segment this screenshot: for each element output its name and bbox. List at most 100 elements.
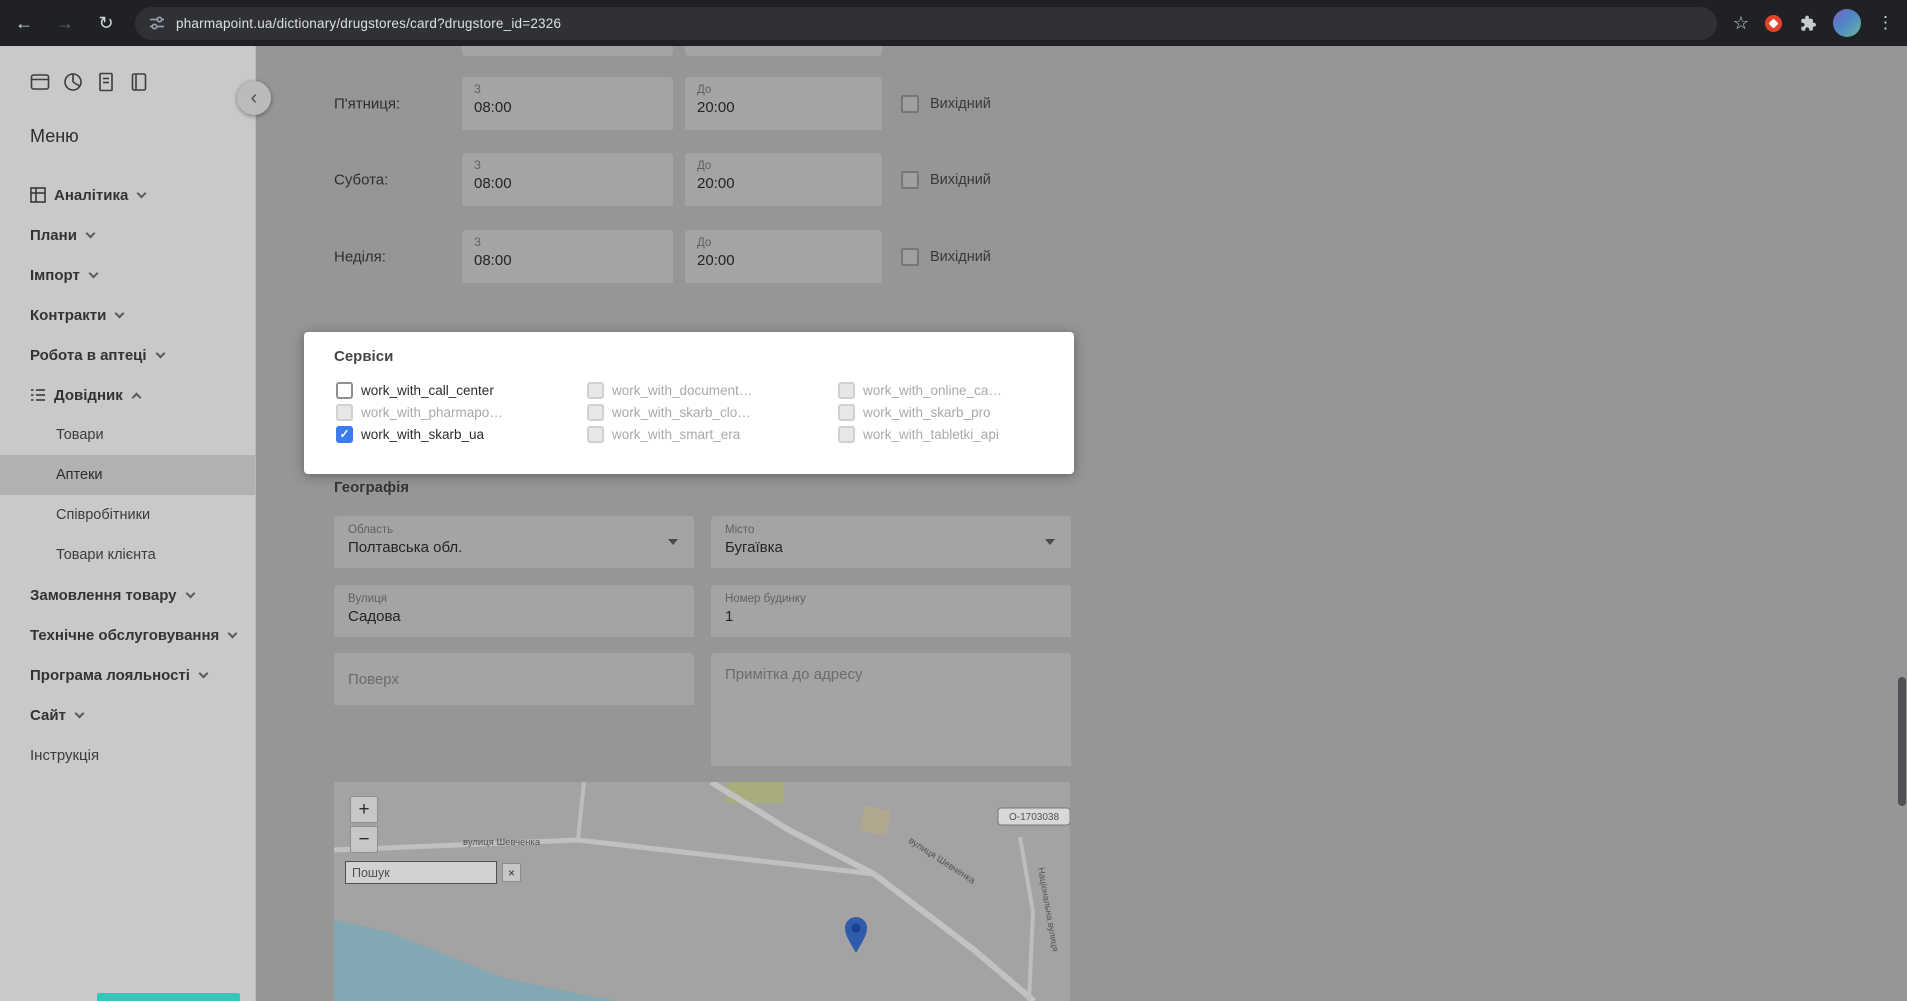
dayoff-checkbox[interactable] <box>901 248 919 266</box>
sidebar-item-maintenance[interactable]: Технічне обслуговування <box>0 615 255 655</box>
map-search-close-button[interactable]: × <box>502 863 521 882</box>
service-label: work_with_skarb_clo… <box>612 405 751 420</box>
extensions-puzzle-icon[interactable] <box>1798 14 1817 33</box>
sidebar-item-label: Інструкція <box>30 747 99 764</box>
time-to-field[interactable]: До 20:00 <box>685 230 882 283</box>
sidebar-item-analytics[interactable]: Аналітика <box>0 175 255 215</box>
field-label: Вулиця <box>334 585 694 605</box>
service-item[interactable]: ✓ work_with_skarb_ua <box>336 426 587 443</box>
time-to-field[interactable]: До 20:00 <box>685 153 882 206</box>
site-info-icon[interactable] <box>149 15 165 31</box>
sidebar-subitem-products[interactable]: Товари <box>0 415 255 455</box>
time-to-field[interactable]: До 20:00 <box>685 77 882 130</box>
time-from-field[interactable]: З 08:00 <box>462 153 673 206</box>
window-icon[interactable] <box>30 72 50 92</box>
sidebar-item-pharmacy-work[interactable]: Робота в аптеці <box>0 335 255 375</box>
service-label: work_with_tabletki_api <box>863 427 999 442</box>
field-placeholder: Примітка до адресу <box>711 653 1071 683</box>
browser-back-button[interactable]: ← <box>7 6 41 40</box>
field-label: До <box>685 153 882 172</box>
checkbox-checked[interactable]: ✓ <box>336 426 353 443</box>
browser-forward-button[interactable]: → <box>48 6 82 40</box>
service-label: work_with_skarb_ua <box>361 427 484 442</box>
chevron-down-icon <box>1045 539 1055 545</box>
pie-chart-icon[interactable] <box>63 72 83 92</box>
dayoff-label: Вихідний <box>930 96 991 112</box>
browser-menu-button[interactable]: ⋮ <box>1877 13 1894 33</box>
sidebar-subitem-employees[interactable]: Співробітники <box>0 495 255 535</box>
dayoff-control: Вихідний <box>901 95 991 113</box>
chevron-up-icon <box>131 392 141 402</box>
page-scrollbar-thumb[interactable] <box>1898 677 1906 806</box>
book-icon[interactable] <box>129 72 149 92</box>
sidebar-item-site[interactable]: Сайт <box>0 695 255 735</box>
service-item: work_with_tabletki_api <box>838 426 1089 443</box>
chevron-down-icon <box>668 539 678 545</box>
service-item[interactable]: work_with_call_center <box>336 382 587 399</box>
dayoff-checkbox[interactable] <box>901 95 919 113</box>
sidebar-item-label: Імпорт <box>30 267 80 284</box>
sidebar-subitem-pharmacies[interactable]: Аптеки <box>0 455 255 495</box>
browser-actions: ☆ ⋮ <box>1733 9 1894 37</box>
field-value: Бугаївка <box>711 536 1071 556</box>
chevron-down-icon <box>74 708 84 718</box>
dayoff-control: Вихідний <box>901 171 991 189</box>
map-container[interactable]: вулиця Шевченка вулиця Шевченка Націонал… <box>334 782 1070 1001</box>
sidebar-subitem-label: Співробітники <box>56 507 150 523</box>
zoom-in-button[interactable]: + <box>350 796 378 823</box>
document-icon[interactable] <box>96 72 116 92</box>
day-label: Неділя: <box>334 248 386 265</box>
sidebar-item-dictionary[interactable]: Довідник <box>0 375 255 415</box>
street-input[interactable]: Вулиця Садова <box>334 585 694 637</box>
time-from-field[interactable]: З 08:00 <box>462 230 673 283</box>
sidebar-item-label: Аналітика <box>54 187 128 204</box>
service-item: work_with_document… <box>587 382 838 399</box>
checkbox-disabled <box>838 382 855 399</box>
sidebar-item-plans[interactable]: Плани <box>0 215 255 255</box>
floor-input[interactable]: Поверх <box>334 653 694 705</box>
time-from-field[interactable]: З 08:00 <box>462 77 673 130</box>
address-note-textarea[interactable]: Примітка до адресу <box>711 653 1071 766</box>
time-field-partial <box>685 46 882 56</box>
list-icon <box>30 387 46 403</box>
chevron-down-icon <box>88 268 98 278</box>
checkbox-disabled <box>587 404 604 421</box>
sidebar-item-label: Програма лояльності <box>30 667 190 684</box>
sidebar-item-import[interactable]: Імпорт <box>0 255 255 295</box>
city-select[interactable]: Місто Бугаївка <box>711 516 1071 568</box>
sidebar-item-orders[interactable]: Замовлення товару <box>0 575 255 615</box>
checkbox-unchecked[interactable] <box>336 382 353 399</box>
sidebar-item-label: Сайт <box>30 707 66 724</box>
sidebar-item-loyalty[interactable]: Програма лояльності <box>0 655 255 695</box>
zoom-out-button[interactable]: − <box>350 826 378 853</box>
chevron-down-icon <box>85 228 95 238</box>
chevron-down-icon <box>155 348 165 358</box>
address-bar[interactable]: pharmapoint.ua/dictionary/drugstores/car… <box>135 7 1717 40</box>
chevron-down-icon <box>228 628 238 638</box>
field-value: 20:00 <box>685 96 882 116</box>
checkbox-disabled <box>587 426 604 443</box>
building-number-input[interactable]: Номер будинку 1 <box>711 585 1071 637</box>
service-item: work_with_online_ca… <box>838 382 1089 399</box>
sidebar-item-contracts[interactable]: Контракти <box>0 295 255 335</box>
bookmark-star-icon[interactable]: ☆ <box>1733 13 1749 34</box>
chevron-left-icon: ‹ <box>251 87 258 110</box>
services-grid: work_with_call_center work_with_document… <box>304 382 1074 443</box>
field-value: 08:00 <box>462 172 673 192</box>
profile-avatar[interactable] <box>1833 9 1861 37</box>
sidebar-collapse-button[interactable]: ‹ <box>237 81 271 115</box>
adblock-extension-icon[interactable] <box>1765 15 1782 32</box>
dayoff-checkbox[interactable] <box>901 171 919 189</box>
main-content: П'ятниця: З 08:00 До 20:00 Вихідний Субо… <box>256 46 1907 1001</box>
service-label: work_with_document… <box>612 383 752 398</box>
service-label: work_with_pharmapo… <box>361 405 503 420</box>
geography-title: Географія <box>334 479 409 496</box>
region-select[interactable]: Область Полтавська обл. <box>334 516 694 568</box>
browser-reload-button[interactable]: ↻ <box>89 6 123 40</box>
sidebar-item-label: Довідник <box>54 387 123 404</box>
sidebar-item-instruction[interactable]: Інструкція <box>0 735 255 775</box>
checkbox-disabled <box>336 404 353 421</box>
schedule-row: П'ятниця: З 08:00 До 20:00 Вихідний <box>256 77 1156 130</box>
map-search-input[interactable]: Пошук <box>345 861 497 884</box>
sidebar-subitem-client-products[interactable]: Товари клієнта <box>0 535 255 575</box>
